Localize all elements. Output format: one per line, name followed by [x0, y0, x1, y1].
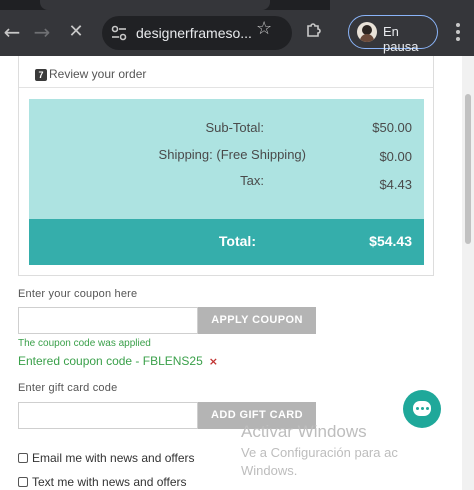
review-order-header: 7 Review your order — [19, 58, 433, 88]
extensions-puzzle-icon[interactable] — [304, 20, 324, 40]
total-value: $54.43 — [369, 233, 412, 249]
gift-card-label: Enter gift card code — [18, 382, 118, 394]
profile-status-label: En pausa — [383, 24, 419, 54]
back-arrow-icon[interactable]: ← — [0, 20, 24, 44]
order-summary-box: Sub-Total: $50.00 Shipping: (Free Shippi… — [29, 99, 424, 265]
activation-watermark-title: Activar Windows — [241, 422, 367, 441]
tax-label: Tax: — [240, 173, 264, 188]
apply-coupon-button[interactable]: APPLY COUPON — [198, 307, 316, 334]
step-number-badge: 7 — [35, 69, 47, 81]
shipping-label: Shipping: (Free Shipping) — [159, 147, 306, 162]
forward-arrow-icon[interactable]: → — [30, 20, 54, 44]
remove-coupon-icon[interactable]: × — [209, 355, 218, 368]
site-settings-icon[interactable] — [110, 24, 128, 42]
active-tab-edge[interactable] — [40, 0, 270, 10]
tab-strip — [0, 0, 474, 10]
total-label: Total: — [218, 233, 256, 249]
email-offers-checkbox[interactable] — [18, 453, 28, 463]
gift-card-input[interactable] — [18, 402, 198, 429]
subtotal-value: $50.00 — [372, 120, 412, 135]
activation-watermark-line2: Windows. — [241, 463, 298, 478]
browser-chrome: ← → ✕ designerframeso... ☆ En pausa — [0, 0, 474, 56]
coupon-label: Enter your coupon here — [18, 288, 138, 300]
chat-widget-button[interactable] — [403, 390, 441, 428]
inactive-tab-edge[interactable] — [330, 0, 474, 10]
subtotal-label: Sub-Total: — [205, 120, 264, 135]
url-text[interactable]: designerframeso... — [136, 25, 252, 41]
shipping-method: (Free Shipping) — [216, 147, 306, 162]
chat-bubble-icon — [413, 401, 431, 416]
page-scrollbar[interactable] — [462, 56, 474, 490]
email-offers-option[interactable]: Email me with news and offers — [18, 451, 195, 465]
entered-coupon-text: Entered coupon code - FBLENS25 — [18, 354, 203, 368]
shipping-value: $0.00 — [379, 149, 412, 164]
menu-kebab-icon[interactable] — [446, 20, 470, 44]
review-order-section: 7 Review your order Sub-Total: $50.00 Sh… — [18, 56, 434, 276]
browser-toolbar: ← → ✕ designerframeso... ☆ En pausa — [0, 10, 474, 56]
text-offers-label: Text me with news and offers — [32, 475, 187, 489]
scrollbar-thumb[interactable] — [465, 94, 471, 244]
text-offers-option[interactable]: Text me with news and offers — [18, 475, 187, 489]
stop-loading-icon[interactable]: ✕ — [64, 20, 88, 44]
profile-button[interactable]: En pausa — [348, 15, 438, 54]
text-offers-checkbox[interactable] — [18, 477, 28, 487]
avatar — [357, 22, 377, 42]
shipping-label-text: Shipping: — [158, 147, 213, 162]
entered-coupon-row: Entered coupon code - FBLENS25 × — [18, 354, 218, 368]
bookmark-star-icon[interactable]: ☆ — [256, 18, 272, 39]
section-title: Review your order — [49, 67, 147, 81]
tax-value: $4.43 — [379, 177, 412, 192]
coupon-input[interactable] — [18, 307, 198, 334]
email-offers-label: Email me with news and offers — [32, 451, 195, 465]
coupon-applied-message: The coupon code was applied — [18, 338, 151, 349]
checkout-page: 7 Review your order Sub-Total: $50.00 Sh… — [0, 56, 474, 490]
total-bar: Total: $54.43 — [29, 219, 424, 265]
activation-watermark-line1: Ve a Configuración para ac — [241, 445, 398, 460]
